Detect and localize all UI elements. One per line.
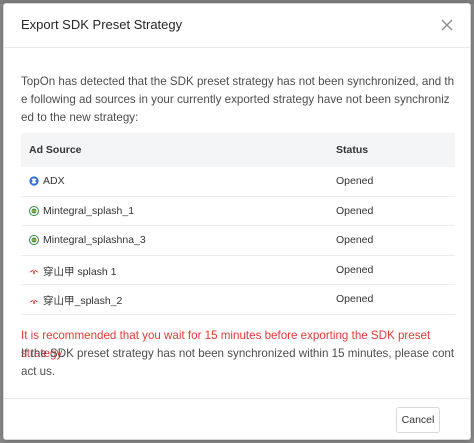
export-sdk-preset-strategy-dialog: Export SDK Preset Strategy TopOn has det… <box>3 3 471 440</box>
table-row: ADX Opened <box>21 167 455 197</box>
header-ad-source: Ad Source <box>29 144 82 156</box>
table-row: Mintegral_splash_1 Opened <box>21 197 455 226</box>
status-text: Opened <box>336 293 374 305</box>
table-row: 穿山甲 splash 1 Opened <box>21 256 455 285</box>
close-icon[interactable] <box>438 16 456 34</box>
ad-source-name: Mintegral_splashna_3 <box>43 234 146 246</box>
cancel-button[interactable]: Cancel <box>396 407 440 433</box>
ad-source-name: Mintegral_splash_1 <box>43 204 135 217</box>
header-status: Status <box>336 144 369 156</box>
table-row: Mintegral_splashna_3 Opened <box>21 226 455 256</box>
table-header: Ad Source Status <box>21 133 455 167</box>
ad-source-name: 穿山甲_splash_2 <box>43 295 123 307</box>
contact-note-text: If the SDK preset strategy has not been … <box>21 347 455 378</box>
status-text: Opened <box>336 204 374 217</box>
mintegral-icon <box>29 235 39 245</box>
table-row: 穿山甲_splash_2 Opened <box>21 285 455 315</box>
status-text: Opened <box>336 234 374 246</box>
mintegral-icon <box>29 205 39 216</box>
adx-icon <box>29 176 39 186</box>
ad-source-table: Ad Source Status ADX Opened Mintegral_sp… <box>21 133 455 315</box>
dialog-title: Export SDK Preset Strategy <box>21 17 183 32</box>
status-text: Opened <box>336 263 374 276</box>
ad-source-name: 穿山甲 splash 1 <box>43 265 117 278</box>
dialog-footer: Cancel <box>4 398 470 439</box>
status-text: Opened <box>336 175 374 187</box>
pangle-icon <box>29 296 39 306</box>
intro-text: TopOn has detected that the SDK preset s… <box>21 75 455 124</box>
dialog-header: Export SDK Preset Strategy <box>4 4 470 48</box>
ad-source-name: ADX <box>43 175 65 187</box>
pangle-icon <box>29 266 39 276</box>
